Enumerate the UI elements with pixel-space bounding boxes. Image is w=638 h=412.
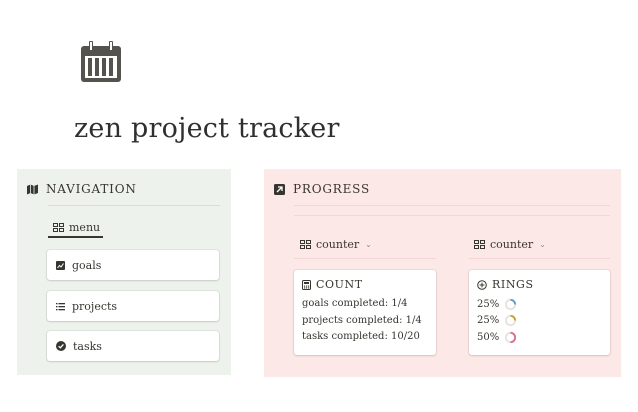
progress-header: PROGRESS: [274, 182, 370, 196]
rings-card-title: RINGS: [477, 278, 602, 291]
count-card[interactable]: COUNT goals completed: 1/4 projects comp…: [294, 270, 436, 355]
tasks-completed-stat: tasks completed: 10/20: [302, 331, 420, 342]
nav-card-goals[interactable]: goals: [47, 250, 219, 280]
navigation-panel: NAVIGATION menu goals projects tasks: [17, 169, 231, 375]
board-view-icon: [53, 222, 64, 232]
projects-completed-stat: projects completed: 1/4: [302, 314, 422, 326]
view-selector-label: counter: [490, 238, 534, 251]
progress-ring: [505, 298, 517, 310]
arrow-up-right-icon: [274, 183, 285, 195]
page: zen project tracker NAVIGATION menu goal…: [0, 0, 638, 412]
progress-ring: [505, 315, 517, 327]
chevron-down-icon[interactable]: ⌄: [539, 240, 546, 249]
navigation-header-label: NAVIGATION: [46, 182, 137, 196]
calculator-icon: [302, 279, 311, 290]
nav-card-label: tasks: [73, 339, 102, 353]
rings-card-title-label: RINGS: [492, 278, 534, 291]
progress-header-label: PROGRESS: [293, 182, 370, 196]
view-selector-counter[interactable]: counter ⌄: [300, 238, 372, 251]
calendar-icon[interactable]: [79, 40, 123, 84]
navigation-divider: [48, 205, 220, 206]
ring-percent: 25%: [477, 298, 500, 310]
nav-card-projects[interactable]: projects: [47, 291, 219, 321]
navigation-header: NAVIGATION: [27, 182, 137, 196]
ring-percent: 25%: [477, 315, 500, 327]
nav-card-label: goals: [72, 258, 102, 272]
progress-divider: [294, 215, 610, 216]
chevron-down-icon[interactable]: ⌄: [365, 240, 372, 249]
ring-percent: 50%: [477, 331, 500, 343]
map-icon: [27, 184, 38, 195]
view-selector-counter[interactable]: counter ⌄: [474, 238, 546, 251]
rings-card[interactable]: RINGS 25% 25% 50%: [469, 270, 610, 355]
progress-ring: [505, 331, 517, 343]
view-selector-label: counter: [316, 238, 360, 251]
check-circle-icon: [56, 341, 66, 351]
goals-completed-stat: goals completed: 1/4: [302, 298, 408, 309]
count-card-title-label: COUNT: [316, 278, 363, 291]
ring-row-projects: 25%: [477, 313, 602, 330]
chart-icon: [56, 260, 65, 270]
circle-plus-icon: [477, 279, 487, 290]
list-icon: [56, 302, 65, 311]
board-view-icon: [474, 240, 485, 249]
page-title: zen project tracker: [74, 113, 340, 144]
progress-divider: [294, 205, 610, 206]
nav-card-tasks[interactable]: tasks: [47, 331, 219, 361]
ring-row-tasks: 50%: [477, 329, 602, 346]
ring-row-goals: 25%: [477, 296, 602, 313]
tab-menu[interactable]: menu: [48, 218, 103, 238]
view-divider: [469, 258, 610, 259]
view-divider: [294, 258, 436, 259]
count-card-title: COUNT: [302, 278, 428, 291]
nav-card-label: projects: [72, 299, 118, 313]
tab-menu-label: menu: [69, 220, 101, 234]
board-view-icon: [300, 240, 311, 249]
progress-panel: PROGRESS counter ⌄ counter ⌄ COUNT goals…: [264, 169, 621, 377]
